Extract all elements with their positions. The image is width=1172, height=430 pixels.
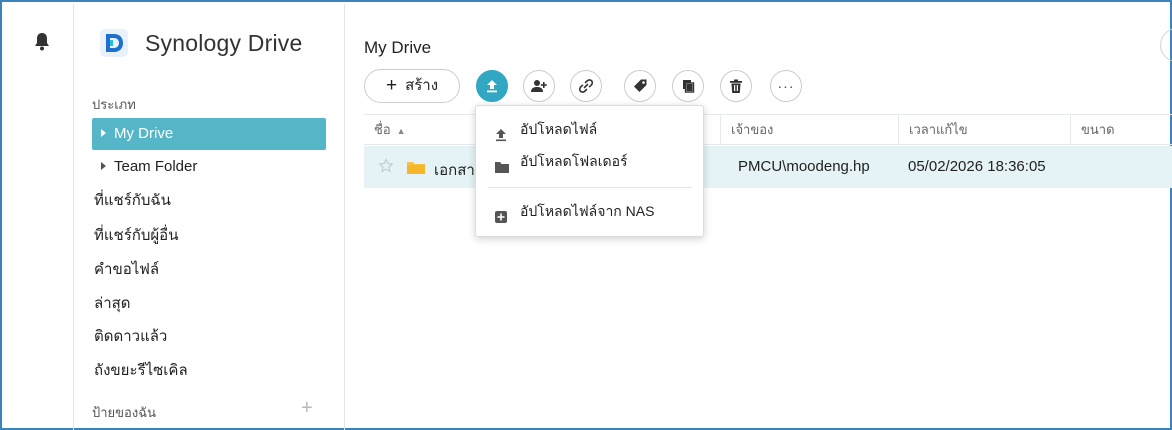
sidebar-item-label: ถังขยะรีไซเคิล [94, 362, 188, 379]
sidebar-item-my-drive[interactable]: My Drive [92, 118, 326, 150]
copy-button[interactable] [672, 70, 704, 102]
menu-item-label: อัปโหลดไฟล์ [520, 121, 598, 137]
column-header-modified[interactable]: เวลาแก้ไข [898, 115, 1070, 144]
notification-column [4, 4, 74, 430]
app-title: Synology Drive [145, 30, 303, 56]
sidebar-item-file-requests[interactable]: คำขอไฟล์ [92, 254, 326, 286]
sidebar-item-label: My Drive [114, 125, 174, 142]
column-header-size[interactable]: ขนาด [1070, 115, 1172, 144]
page-title: My Drive [364, 38, 432, 57]
trash-icon [729, 79, 743, 94]
main-content: My Drive + สร้าง ··· ชื่อ ▲ เจ้าของ เวลา… [346, 4, 1172, 430]
menu-item-label: อัปโหลดโฟลเดอร์ [520, 153, 628, 169]
link-icon [578, 78, 594, 94]
sidebar-item-label: ที่แชร์กับผู้อื่น [94, 227, 179, 244]
file-name[interactable]: เอกสาร [434, 158, 474, 182]
sidebar-item-team-folder[interactable]: Team Folder [92, 151, 326, 183]
copy-icon [681, 79, 695, 93]
column-header-label: ขนาด [1081, 122, 1115, 137]
synology-drive-logo-icon [99, 28, 129, 58]
sidebar-item-label: คำขอไฟล์ [94, 261, 160, 278]
link-button[interactable] [570, 70, 602, 102]
sidebar-item-label: Team Folder [114, 158, 198, 175]
sidebar-item-shared-with-me[interactable]: ที่แชร์กับฉัน [92, 185, 326, 217]
sidebar: Synology Drive ประเภท My Drive Team Fold… [75, 4, 345, 430]
category-label: ประเภท [92, 97, 136, 112]
nas-plus-icon [494, 204, 508, 234]
upload-button[interactable] [476, 70, 508, 102]
file-owner: PMCU\moodeng.hp [738, 158, 870, 175]
sidebar-item-label: ที่แชร์กับฉัน [94, 192, 171, 209]
top-right-circle-button[interactable] [1160, 28, 1172, 62]
file-modified-time: 05/02/2026 18:36:05 [908, 158, 1046, 175]
bell-icon[interactable] [34, 32, 50, 52]
add-tag-button[interactable]: + [301, 397, 313, 420]
sidebar-item-shared-with-others[interactable]: ที่แชร์กับผู้อื่น [92, 220, 326, 252]
create-button-label: สร้าง [405, 77, 439, 94]
sort-ascending-icon: ▲ [396, 126, 406, 136]
column-header-label: ชื่อ [374, 122, 391, 137]
app-window: Synology Drive ประเภท My Drive Team Fold… [0, 0, 1172, 430]
tag-button[interactable] [624, 70, 656, 102]
menu-item-upload-file[interactable]: อัปโหลดไฟล์ [476, 114, 703, 144]
upload-icon [485, 79, 499, 93]
share-button[interactable] [523, 70, 555, 102]
delete-button[interactable] [720, 70, 752, 102]
tag-icon [632, 78, 648, 94]
column-header-label: เจ้าของ [731, 122, 774, 137]
sidebar-item-label: ล่าสุด [94, 295, 131, 312]
plus-icon: + [385, 75, 398, 96]
sidebar-item-recent[interactable]: ล่าสุด [92, 288, 326, 320]
more-actions-button[interactable]: ··· [770, 70, 802, 102]
menu-item-label: อัปโหลดไฟล์จาก NAS [520, 203, 655, 219]
folder-icon [494, 154, 510, 184]
caret-right-icon [101, 162, 106, 170]
sidebar-item-label: ติดดาวแล้ว [94, 328, 168, 345]
sidebar-item-recycle-bin[interactable]: ถังขยะรีไซเคิล [92, 355, 326, 387]
folder-icon [406, 160, 426, 180]
menu-separator [488, 187, 692, 188]
menu-item-upload-folder[interactable]: อัปโหลดโฟลเดอร์ [476, 146, 703, 176]
menu-item-upload-from-nas[interactable]: อัปโหลดไฟล์จาก NAS [476, 196, 703, 226]
star-icon[interactable] [378, 158, 394, 179]
my-tags-label: ป้ายของฉัน [92, 405, 156, 420]
column-header-owner[interactable]: เจ้าของ [720, 115, 898, 144]
upload-dropdown-menu: อัปโหลดไฟล์ อัปโหลดโฟลเดอร์ อัปโหลดไฟล์จ… [475, 105, 704, 237]
column-header-label: เวลาแก้ไข [909, 122, 968, 137]
caret-right-icon [101, 129, 106, 137]
more-icon: ··· [777, 78, 795, 94]
create-button[interactable]: + สร้าง [364, 69, 460, 103]
sidebar-item-starred[interactable]: ติดดาวแล้ว [92, 321, 326, 353]
add-user-icon [530, 79, 548, 93]
